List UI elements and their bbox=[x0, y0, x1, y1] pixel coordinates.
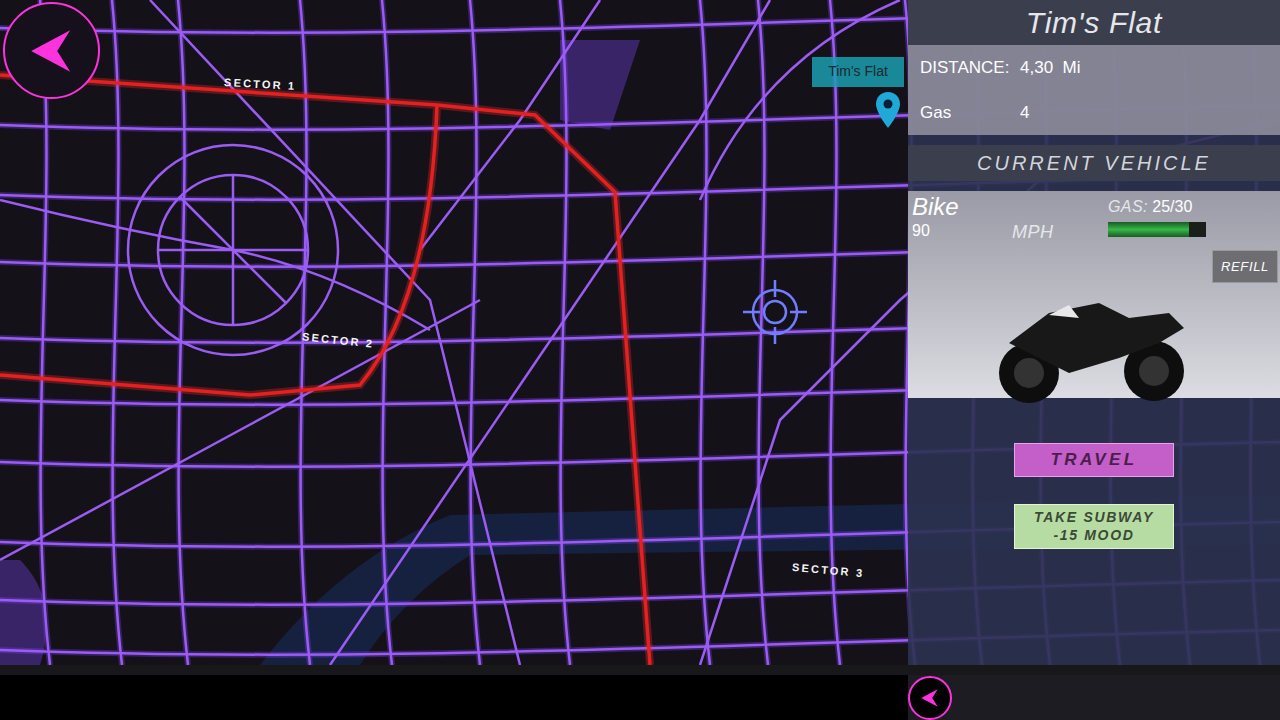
subway-button-line: TAKE SUBWAY bbox=[1034, 509, 1154, 527]
vehicle-header: CURRENT VEHICLE bbox=[908, 145, 1280, 181]
gas-bar-fill bbox=[1108, 222, 1189, 237]
panel-title: Tim's Flat bbox=[908, 0, 1280, 45]
vehicle-card: Bike GAS: 25/30 90MPH REFILL bbox=[908, 191, 1280, 398]
subway-button[interactable]: TAKE SUBWAY-15 MOOD bbox=[1014, 504, 1174, 549]
stat-value: 4,30 Mi bbox=[1020, 55, 1280, 81]
side-panel: Tim's FlatDISTANCE:4,30 MiGas4CURRENT VE… bbox=[908, 0, 1280, 665]
subway-button-line: -15 MOOD bbox=[1053, 527, 1134, 545]
bike-image bbox=[969, 283, 1219, 408]
gas-bar bbox=[1108, 222, 1206, 237]
destination-label[interactable]: Tim's Flat bbox=[812, 57, 904, 87]
crosshair-icon[interactable] bbox=[740, 277, 810, 347]
stat-value: 4 bbox=[1020, 100, 1280, 126]
bottom-back-button[interactable] bbox=[908, 676, 952, 720]
back-button[interactable] bbox=[3, 2, 100, 99]
stat-label: Gas bbox=[920, 100, 1020, 126]
vehicle-info: Bike GAS: 25/30 90MPH bbox=[908, 191, 1280, 246]
map-pin-icon[interactable] bbox=[876, 92, 900, 128]
back-arrow-icon bbox=[26, 25, 78, 77]
map-area: SECTOR 1SECTOR 2SECTOR 3Tim's FlatTim's … bbox=[0, 0, 1280, 665]
bottom-back-arrow-icon bbox=[919, 687, 941, 709]
stat-row: DISTANCE:4,30 Mi bbox=[908, 45, 1280, 90]
speed-unit: MPH bbox=[1012, 219, 1108, 246]
vehicle-speed: 90 bbox=[912, 219, 1012, 246]
vehicle-name: Bike bbox=[912, 195, 1012, 219]
gas-reading: GAS: 25/30 bbox=[1108, 195, 1280, 219]
map-screen: SECTOR 1SECTOR 2SECTOR 3Tim's FlatTim's … bbox=[0, 0, 1280, 720]
action-area: TRAVEL TAKE SUBWAY-15 MOOD bbox=[908, 398, 1280, 549]
travel-button[interactable]: TRAVEL bbox=[1014, 443, 1174, 477]
refill-button[interactable]: REFILL bbox=[1212, 250, 1278, 283]
stat-label: DISTANCE: bbox=[920, 55, 1020, 81]
bottom-bar bbox=[0, 665, 1280, 720]
stat-row: Gas4 bbox=[908, 90, 1280, 135]
